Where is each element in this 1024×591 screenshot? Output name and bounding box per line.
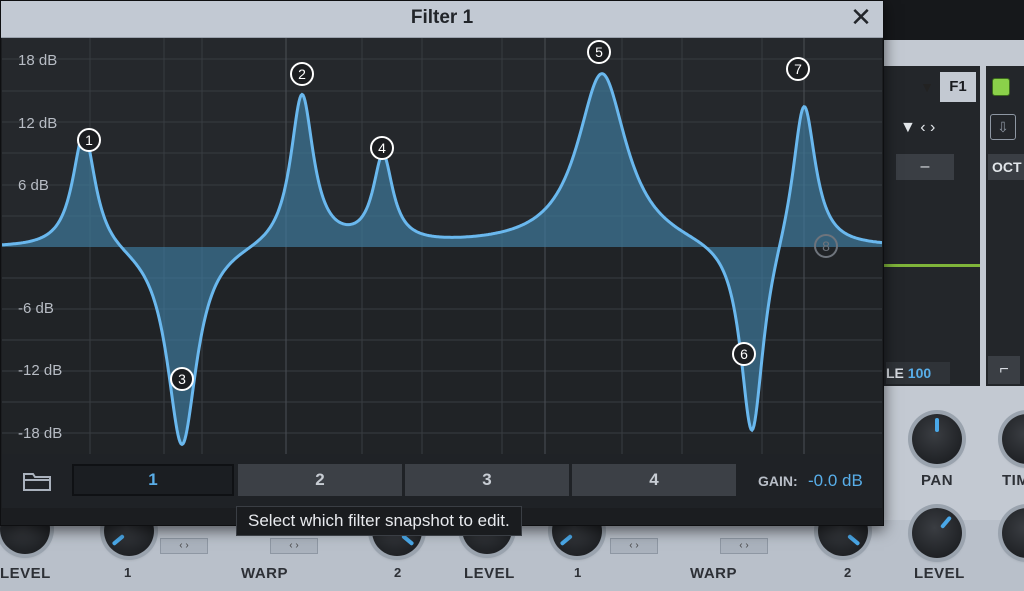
pan-knob[interactable] — [912, 414, 962, 464]
warp-right-button-1[interactable]: ‹ › — [270, 538, 318, 554]
background-topbar — [880, 0, 1024, 40]
filter-node-label: 8 — [822, 238, 830, 254]
filter-shape-icon[interactable]: ⌐ — [988, 356, 1020, 384]
nav-arrows-icon[interactable]: ▼ ‹ › — [900, 116, 980, 140]
db-label: -12 dB — [18, 362, 62, 379]
filter-node[interactable]: 1 — [77, 128, 101, 152]
snapshot-tab-4[interactable]: 4 — [572, 464, 736, 496]
filter-node-label: 2 — [298, 66, 306, 82]
dropdown-triangle-icon[interactable]: ▼ — [916, 72, 938, 102]
db-label: -18 dB — [18, 425, 62, 442]
warp-label-2: WARP — [690, 565, 737, 582]
download-icon[interactable]: ⇩ — [990, 114, 1016, 140]
filter-node[interactable]: 4 — [370, 136, 394, 160]
level-knob-right[interactable] — [912, 508, 962, 558]
db-label: 6 dB — [18, 177, 49, 194]
filter-node[interactable]: 6 — [732, 342, 756, 366]
db-label: 18 dB — [18, 52, 57, 69]
filter-node[interactable]: 3 — [170, 367, 194, 391]
filter-node-label: 6 — [740, 346, 748, 362]
filter-node-label: 4 — [378, 140, 386, 156]
window-title: Filter 1 — [410, 7, 474, 28]
background-waveform-line — [884, 264, 980, 267]
warp-min-1: 1 — [124, 565, 132, 580]
snapshot-tab-1[interactable]: 1 — [72, 464, 234, 496]
snapshot-bar: 1 2 3 4 GAIN: -0.0 dB — [2, 454, 882, 508]
title-bar[interactable]: Filter 1 ✕ — [1, 1, 883, 38]
tim-label: TIM — [1002, 472, 1024, 489]
pan-label: PAN — [921, 472, 954, 489]
filter-response-graph[interactable]: 18 dB 12 dB 6 dB -6 dB -12 dB -18 dB 1 2 3… — [2, 38, 882, 454]
warp-left-button-2[interactable]: ‹ › — [610, 538, 658, 554]
snapshot-tab-3[interactable]: 3 — [405, 464, 569, 496]
background-dark-panel-left — [884, 66, 980, 386]
db-label: 12 dB — [18, 115, 57, 132]
warp-right-button-2[interactable]: ‹ › — [720, 538, 768, 554]
filter-node-label: 1 — [85, 132, 93, 148]
gain-value[interactable]: -0.0 dB — [808, 471, 863, 491]
oct-label: OCT — [988, 154, 1024, 180]
snapshot-tab-2[interactable]: 2 — [238, 464, 402, 496]
warp-left-button-1[interactable]: ‹ › — [160, 538, 208, 554]
warp-max-2: 2 — [844, 565, 852, 580]
level-label-1: LEVEL — [0, 565, 51, 582]
le-field[interactable]: LE 100 — [886, 362, 950, 384]
f1-button[interactable]: F1 — [940, 72, 976, 102]
le-value: 100 — [907, 365, 932, 381]
filter-node-label: 5 — [595, 44, 603, 60]
warp-label-1: WARP — [241, 565, 288, 582]
folder-icon[interactable] — [22, 470, 52, 492]
dash-field[interactable]: – — [896, 154, 954, 180]
close-icon[interactable]: ✕ — [847, 3, 875, 31]
filter-node-label: 7 — [794, 61, 802, 77]
filter-node-label: 3 — [178, 371, 186, 387]
db-label: -6 dB — [18, 300, 54, 317]
level-label-2: LEVEL — [464, 565, 515, 582]
filter-node[interactable]: 2 — [290, 62, 314, 86]
filter-node[interactable]: 7 — [786, 57, 810, 81]
tooltip: Select which filter snapshot to edit. — [236, 506, 522, 536]
warp-min-2: 1 — [574, 565, 582, 580]
gain-label: GAIN: — [758, 473, 798, 489]
enable-led-icon[interactable] — [992, 78, 1010, 96]
warp-max-1: 2 — [394, 565, 402, 580]
level-label-right: LEVEL — [914, 565, 965, 582]
filter-node[interactable]: 5 — [587, 40, 611, 64]
filter-window: Filter 1 ✕ 18 dB 12 dB 6 dB -6 dB -12 dB — [0, 0, 884, 526]
le-label: LE — [886, 365, 904, 381]
